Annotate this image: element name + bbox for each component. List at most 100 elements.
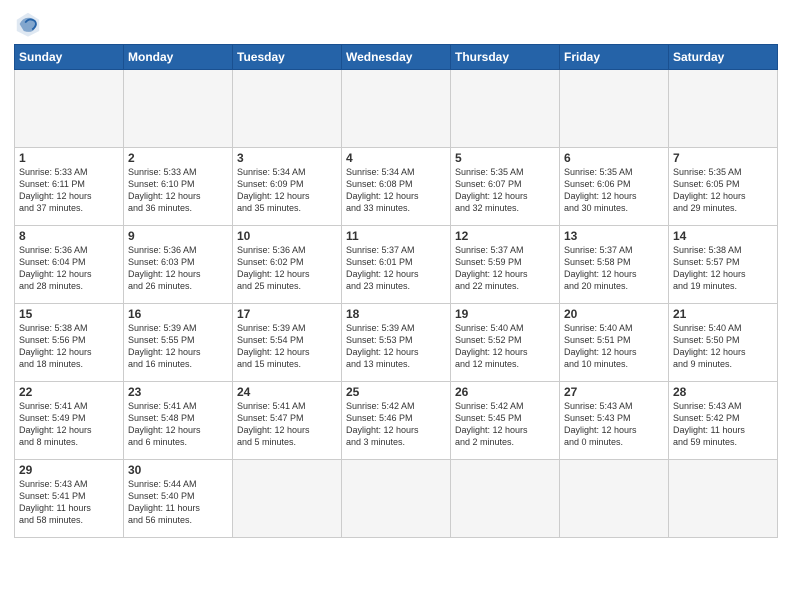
calendar-cell: 25Sunrise: 5:42 AM Sunset: 5:46 PM Dayli… [342,382,451,460]
calendar-cell: 2Sunrise: 5:33 AM Sunset: 6:10 PM Daylig… [124,148,233,226]
calendar-cell: 4Sunrise: 5:34 AM Sunset: 6:08 PM Daylig… [342,148,451,226]
calendar-cell: 20Sunrise: 5:40 AM Sunset: 5:51 PM Dayli… [560,304,669,382]
day-number: 8 [19,229,119,243]
day-number: 23 [128,385,228,399]
day-info: Sunrise: 5:37 AM Sunset: 5:58 PM Dayligh… [564,244,664,293]
calendar-cell: 12Sunrise: 5:37 AM Sunset: 5:59 PM Dayli… [451,226,560,304]
col-header-thursday: Thursday [451,45,560,70]
week-row-3: 15Sunrise: 5:38 AM Sunset: 5:56 PM Dayli… [15,304,778,382]
day-number: 7 [673,151,773,165]
day-info: Sunrise: 5:41 AM Sunset: 5:47 PM Dayligh… [237,400,337,449]
day-info: Sunrise: 5:35 AM Sunset: 6:07 PM Dayligh… [455,166,555,215]
day-number: 28 [673,385,773,399]
calendar-cell: 1Sunrise: 5:33 AM Sunset: 6:11 PM Daylig… [15,148,124,226]
day-number: 22 [19,385,119,399]
calendar-cell: 28Sunrise: 5:43 AM Sunset: 5:42 PM Dayli… [669,382,778,460]
day-info: Sunrise: 5:41 AM Sunset: 5:48 PM Dayligh… [128,400,228,449]
day-number: 29 [19,463,119,477]
calendar-cell: 3Sunrise: 5:34 AM Sunset: 6:09 PM Daylig… [233,148,342,226]
calendar-cell [451,460,560,538]
calendar-cell [15,70,124,148]
day-number: 10 [237,229,337,243]
calendar-cell [233,460,342,538]
day-number: 13 [564,229,664,243]
day-info: Sunrise: 5:39 AM Sunset: 5:53 PM Dayligh… [346,322,446,371]
day-number: 12 [455,229,555,243]
day-info: Sunrise: 5:40 AM Sunset: 5:50 PM Dayligh… [673,322,773,371]
day-info: Sunrise: 5:41 AM Sunset: 5:49 PM Dayligh… [19,400,119,449]
day-number: 17 [237,307,337,321]
main-container: SundayMondayTuesdayWednesdayThursdayFrid… [0,0,792,548]
calendar-cell: 6Sunrise: 5:35 AM Sunset: 6:06 PM Daylig… [560,148,669,226]
calendar-cell: 8Sunrise: 5:36 AM Sunset: 6:04 PM Daylig… [15,226,124,304]
calendar-cell: 23Sunrise: 5:41 AM Sunset: 5:48 PM Dayli… [124,382,233,460]
col-header-friday: Friday [560,45,669,70]
day-number: 27 [564,385,664,399]
day-info: Sunrise: 5:33 AM Sunset: 6:10 PM Dayligh… [128,166,228,215]
day-number: 20 [564,307,664,321]
calendar-table: SundayMondayTuesdayWednesdayThursdayFrid… [14,44,778,538]
col-header-wednesday: Wednesday [342,45,451,70]
day-number: 18 [346,307,446,321]
day-number: 25 [346,385,446,399]
calendar-cell: 27Sunrise: 5:43 AM Sunset: 5:43 PM Dayli… [560,382,669,460]
day-number: 30 [128,463,228,477]
day-number: 16 [128,307,228,321]
calendar-cell: 5Sunrise: 5:35 AM Sunset: 6:07 PM Daylig… [451,148,560,226]
col-header-monday: Monday [124,45,233,70]
day-number: 19 [455,307,555,321]
day-number: 11 [346,229,446,243]
day-number: 6 [564,151,664,165]
day-info: Sunrise: 5:37 AM Sunset: 5:59 PM Dayligh… [455,244,555,293]
day-info: Sunrise: 5:43 AM Sunset: 5:42 PM Dayligh… [673,400,773,449]
day-number: 9 [128,229,228,243]
day-info: Sunrise: 5:36 AM Sunset: 6:04 PM Dayligh… [19,244,119,293]
calendar-cell: 26Sunrise: 5:42 AM Sunset: 5:45 PM Dayli… [451,382,560,460]
calendar-cell: 18Sunrise: 5:39 AM Sunset: 5:53 PM Dayli… [342,304,451,382]
day-number: 2 [128,151,228,165]
week-row-5: 29Sunrise: 5:43 AM Sunset: 5:41 PM Dayli… [15,460,778,538]
calendar-cell [342,460,451,538]
day-number: 3 [237,151,337,165]
calendar-cell [451,70,560,148]
day-info: Sunrise: 5:42 AM Sunset: 5:45 PM Dayligh… [455,400,555,449]
day-info: Sunrise: 5:36 AM Sunset: 6:03 PM Dayligh… [128,244,228,293]
col-header-sunday: Sunday [15,45,124,70]
calendar-cell: 9Sunrise: 5:36 AM Sunset: 6:03 PM Daylig… [124,226,233,304]
day-info: Sunrise: 5:34 AM Sunset: 6:09 PM Dayligh… [237,166,337,215]
calendar-cell: 15Sunrise: 5:38 AM Sunset: 5:56 PM Dayli… [15,304,124,382]
calendar-cell [233,70,342,148]
day-info: Sunrise: 5:38 AM Sunset: 5:56 PM Dayligh… [19,322,119,371]
calendar-cell: 19Sunrise: 5:40 AM Sunset: 5:52 PM Dayli… [451,304,560,382]
day-info: Sunrise: 5:36 AM Sunset: 6:02 PM Dayligh… [237,244,337,293]
calendar-cell [669,460,778,538]
day-number: 4 [346,151,446,165]
calendar-cell: 21Sunrise: 5:40 AM Sunset: 5:50 PM Dayli… [669,304,778,382]
calendar-cell [669,70,778,148]
day-number: 21 [673,307,773,321]
calendar-cell: 24Sunrise: 5:41 AM Sunset: 5:47 PM Dayli… [233,382,342,460]
calendar-cell: 10Sunrise: 5:36 AM Sunset: 6:02 PM Dayli… [233,226,342,304]
day-info: Sunrise: 5:33 AM Sunset: 6:11 PM Dayligh… [19,166,119,215]
calendar-cell [342,70,451,148]
day-number: 15 [19,307,119,321]
calendar-header: SundayMondayTuesdayWednesdayThursdayFrid… [15,45,778,70]
day-info: Sunrise: 5:42 AM Sunset: 5:46 PM Dayligh… [346,400,446,449]
day-info: Sunrise: 5:39 AM Sunset: 5:54 PM Dayligh… [237,322,337,371]
header [14,10,778,38]
calendar-cell: 29Sunrise: 5:43 AM Sunset: 5:41 PM Dayli… [15,460,124,538]
calendar-cell [560,460,669,538]
logo-icon [14,10,42,38]
calendar-cell [124,70,233,148]
day-info: Sunrise: 5:35 AM Sunset: 6:06 PM Dayligh… [564,166,664,215]
day-info: Sunrise: 5:38 AM Sunset: 5:57 PM Dayligh… [673,244,773,293]
week-row-4: 22Sunrise: 5:41 AM Sunset: 5:49 PM Dayli… [15,382,778,460]
day-info: Sunrise: 5:43 AM Sunset: 5:43 PM Dayligh… [564,400,664,449]
day-number: 1 [19,151,119,165]
calendar-cell: 30Sunrise: 5:44 AM Sunset: 5:40 PM Dayli… [124,460,233,538]
calendar-cell [560,70,669,148]
col-header-tuesday: Tuesday [233,45,342,70]
calendar-cell: 16Sunrise: 5:39 AM Sunset: 5:55 PM Dayli… [124,304,233,382]
calendar-cell: 7Sunrise: 5:35 AM Sunset: 6:05 PM Daylig… [669,148,778,226]
col-header-saturday: Saturday [669,45,778,70]
